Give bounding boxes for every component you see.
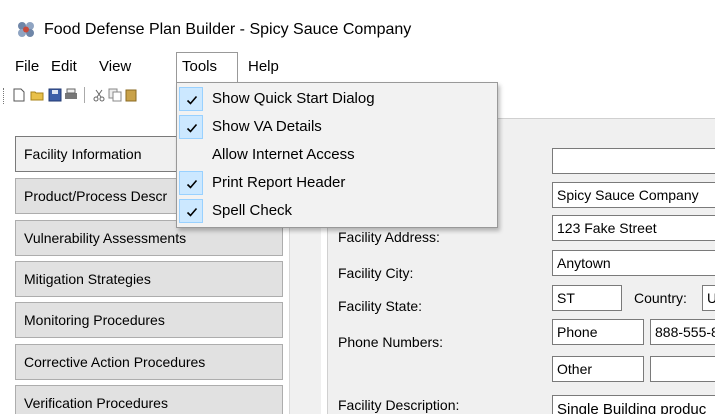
sidebar-item-corrective-action-procedures[interactable]: Corrective Action Procedures (15, 344, 283, 380)
menu-item-label: Print Report Header (212, 174, 346, 191)
facility-description-label: Facility Description: (338, 397, 460, 413)
checkmark-icon (179, 171, 203, 195)
menu-view[interactable]: View (94, 52, 136, 82)
phone-number-field-1[interactable]: 888-555-8 (650, 319, 715, 345)
menu-item-print-report-header[interactable]: Print Report Header (177, 169, 497, 197)
menu-tools[interactable]: Tools (176, 52, 238, 82)
menu-item-label: Allow Internet Access (212, 146, 355, 163)
facility-top-field[interactable] (552, 148, 715, 174)
country-field[interactable]: U (702, 285, 715, 311)
menu-help[interactable]: Help (243, 52, 284, 82)
toolbar-grip[interactable] (3, 88, 6, 104)
phone-type-field-2[interactable]: Other (552, 356, 644, 382)
print-icon[interactable] (64, 88, 78, 102)
facility-address-label: Facility Address: (338, 229, 440, 245)
cut-icon[interactable] (92, 88, 106, 102)
country-label: Country: (634, 290, 687, 306)
facility-description-field[interactable]: Single Building produc (552, 395, 715, 414)
checkmark-icon (179, 115, 203, 139)
phone-number-field-2[interactable] (650, 356, 715, 382)
new-document-icon[interactable] (12, 88, 26, 102)
menu-item-spell-check[interactable]: Spell Check (177, 197, 497, 225)
facility-city-label: Facility City: (338, 265, 414, 281)
sidebar-item-monitoring-procedures[interactable]: Monitoring Procedures (15, 302, 283, 338)
toolbar-separator (84, 87, 85, 103)
facility-name-field[interactable]: Spicy Sauce Company (552, 182, 715, 208)
app-flower-icon (18, 22, 34, 37)
sidebar-item-mitigation-strategies[interactable]: Mitigation Strategies (15, 261, 283, 297)
menu-item-label: Spell Check (212, 202, 293, 219)
menu-edit[interactable]: Edit (46, 52, 82, 82)
facility-address-field[interactable]: 123 Fake Street (552, 215, 715, 241)
checkmark-icon (179, 87, 203, 111)
facility-city-field[interactable]: Anytown (552, 250, 715, 276)
phone-numbers-label: Phone Numbers: (338, 334, 444, 350)
title-bar: Food Defense Plan Builder - Spicy Sauce … (0, 0, 715, 52)
window-title: Food Defense Plan Builder - Spicy Sauce … (44, 21, 412, 38)
menu-bar: File Edit View Tools Help (0, 52, 715, 82)
menu-item-show-quick-start[interactable]: Show Quick Start Dialog (177, 85, 497, 113)
open-folder-icon[interactable] (30, 88, 44, 102)
facility-state-label: Facility State: (338, 298, 423, 314)
checkmark-icon (179, 199, 203, 223)
tools-menu-dropdown: Show Quick Start Dialog Show VA Details … (176, 82, 498, 228)
phone-type-field-1[interactable]: Phone (552, 319, 644, 345)
menu-item-allow-internet-access[interactable]: Allow Internet Access (177, 141, 497, 169)
menu-item-label: Show VA Details (212, 118, 322, 135)
paste-icon[interactable] (124, 88, 138, 102)
copy-icon[interactable] (108, 88, 122, 102)
save-icon[interactable] (48, 88, 62, 102)
sidebar-item-verification-procedures[interactable]: Verification Procedures (15, 385, 283, 414)
menu-item-show-va-details[interactable]: Show VA Details (177, 113, 497, 141)
facility-state-field[interactable]: ST (552, 285, 622, 311)
menu-item-label: Show Quick Start Dialog (212, 90, 375, 107)
menu-file[interactable]: File (10, 52, 44, 82)
